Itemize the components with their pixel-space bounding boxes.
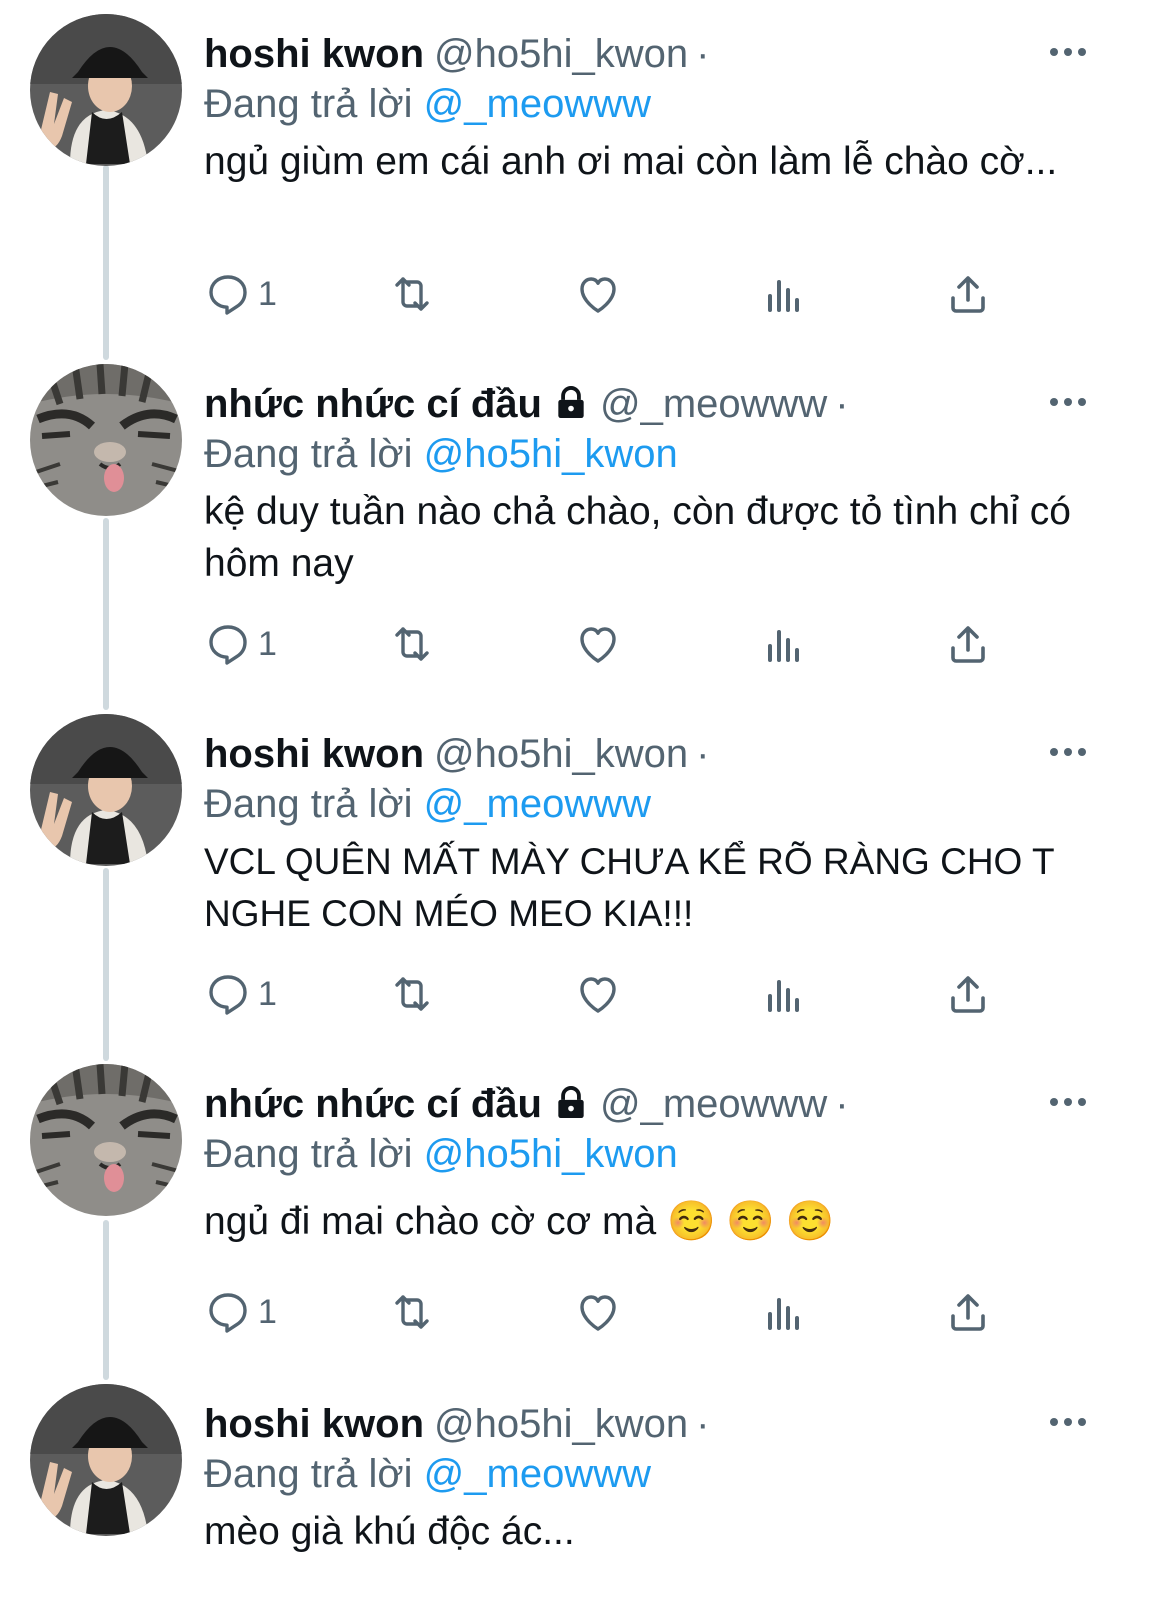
mention-link[interactable]: @ho5hi_kwon (424, 432, 678, 476)
views-button[interactable] (760, 1284, 808, 1340)
reply-icon (209, 625, 247, 665)
tweet-text: mèo già khú độc ác... (204, 1510, 575, 1553)
replying-to: Đang trả lời @_meowww (204, 778, 651, 830)
reply-count: 1 (258, 974, 277, 1013)
reply-count: 1 (258, 274, 277, 313)
separator-dot: · (835, 1082, 849, 1126)
retweet-button[interactable] (388, 616, 436, 672)
more-icon[interactable] (1048, 1094, 1088, 1110)
retweet-icon (395, 277, 429, 311)
reply-button[interactable]: 1 (204, 616, 277, 672)
views-button[interactable] (760, 966, 808, 1022)
replying-prefix: Đang trả lời (204, 782, 413, 826)
replying-to: Đang trả lời @ho5hi_kwon (204, 428, 678, 480)
separator-dot: · (696, 32, 710, 76)
share-button[interactable] (944, 966, 992, 1022)
mention-link[interactable]: @_meowww (424, 1452, 651, 1496)
thread-line (103, 1220, 109, 1380)
reply-icon (209, 1293, 247, 1333)
share-icon (951, 626, 985, 663)
author-handle[interactable]: @_meowww (600, 1082, 827, 1126)
reply-button[interactable]: 1 (204, 266, 277, 322)
author-name[interactable]: hoshi kwon (204, 732, 424, 776)
thread-line (103, 165, 109, 360)
like-button[interactable] (574, 1284, 622, 1340)
thread-line (103, 868, 109, 1061)
action-bar: 1 (204, 966, 1024, 1022)
replying-prefix: Đang trả lời (204, 432, 413, 476)
action-bar: 1 (204, 616, 1024, 672)
like-button[interactable] (574, 966, 622, 1022)
reply-count: 1 (258, 624, 277, 663)
avatar[interactable] (30, 364, 182, 516)
tweet-text: ngủ giùm em cái anh ơi mai còn làm lễ ch… (204, 140, 1058, 183)
share-icon (951, 976, 985, 1013)
retweet-icon (395, 977, 429, 1011)
lock-icon (558, 386, 584, 419)
avatar[interactable] (30, 14, 182, 166)
avatar[interactable] (30, 714, 182, 866)
like-button[interactable] (574, 616, 622, 672)
more-icon[interactable] (1048, 1414, 1088, 1430)
retweet-button[interactable] (388, 966, 436, 1022)
more-icon[interactable] (1048, 744, 1088, 760)
author-name[interactable]: nhức nhức cí đầu (204, 382, 542, 426)
views-icon (768, 630, 799, 662)
retweet-button[interactable] (388, 1284, 436, 1340)
reply-icon (209, 975, 247, 1015)
action-bar: 1 (204, 1284, 1024, 1340)
more-icon[interactable] (1048, 44, 1088, 60)
separator-dot: · (835, 382, 849, 426)
mention-link[interactable]: @ho5hi_kwon (424, 1132, 678, 1176)
replying-to: Đang trả lời @ho5hi_kwon (204, 1128, 678, 1180)
share-button[interactable] (944, 266, 992, 322)
lock-icon (558, 1086, 584, 1119)
views-icon (768, 980, 799, 1012)
tweet-text: ngủ đi mai chào cờ cơ mà ☺️ ☺️ ☺️ (204, 1200, 835, 1243)
retweet-icon (395, 1295, 429, 1329)
views-button[interactable] (760, 616, 808, 672)
tweet-text: kệ duy tuần nào chả chào, còn được tỏ tì… (204, 490, 1071, 585)
reply-button[interactable]: 1 (204, 1284, 277, 1340)
replying-prefix: Đang trả lời (204, 1452, 413, 1496)
avatar[interactable] (30, 1064, 182, 1216)
action-bar: 1 (204, 266, 1024, 322)
replying-prefix: Đang trả lời (204, 82, 413, 126)
mention-link[interactable]: @_meowww (424, 82, 651, 126)
separator-dot: · (696, 732, 710, 776)
reply-button[interactable]: 1 (204, 966, 277, 1022)
retweet-button[interactable] (388, 266, 436, 322)
author-name[interactable]: nhức nhức cí đầu (204, 1082, 542, 1126)
more-icon[interactable] (1048, 394, 1088, 410)
like-icon (580, 277, 616, 313)
reply-count: 1 (258, 1292, 277, 1331)
replying-to: Đang trả lời @_meowww (204, 1448, 651, 1500)
like-button[interactable] (574, 266, 622, 322)
author-handle[interactable]: @_meowww (600, 382, 827, 426)
like-icon (580, 627, 616, 663)
author-name[interactable]: hoshi kwon (204, 1402, 424, 1446)
author-handle[interactable]: @ho5hi_kwon (434, 1402, 688, 1446)
views-button[interactable] (760, 266, 808, 322)
views-icon (768, 280, 799, 312)
share-button[interactable] (944, 616, 992, 672)
replying-prefix: Đang trả lời (204, 1132, 413, 1176)
retweet-icon (395, 627, 429, 661)
avatar[interactable] (30, 1384, 182, 1536)
replying-to: Đang trả lời @_meowww (204, 78, 651, 130)
author-handle[interactable]: @ho5hi_kwon (434, 32, 688, 76)
reply-icon (209, 275, 247, 315)
author-name[interactable]: hoshi kwon (204, 32, 424, 76)
mention-link[interactable]: @_meowww (424, 782, 651, 826)
tweet-text: VCL QUÊN MẤT MÀY CHƯA KỂ RÕ RÀNG CHO T N… (204, 841, 1054, 934)
thread-line (103, 518, 109, 710)
like-icon (580, 1295, 616, 1331)
author-handle[interactable]: @ho5hi_kwon (434, 732, 688, 776)
share-icon (951, 276, 985, 313)
like-icon (580, 977, 616, 1013)
views-icon (768, 1298, 799, 1330)
share-button[interactable] (944, 1284, 992, 1340)
share-icon (951, 1294, 985, 1331)
separator-dot: · (696, 1402, 710, 1446)
